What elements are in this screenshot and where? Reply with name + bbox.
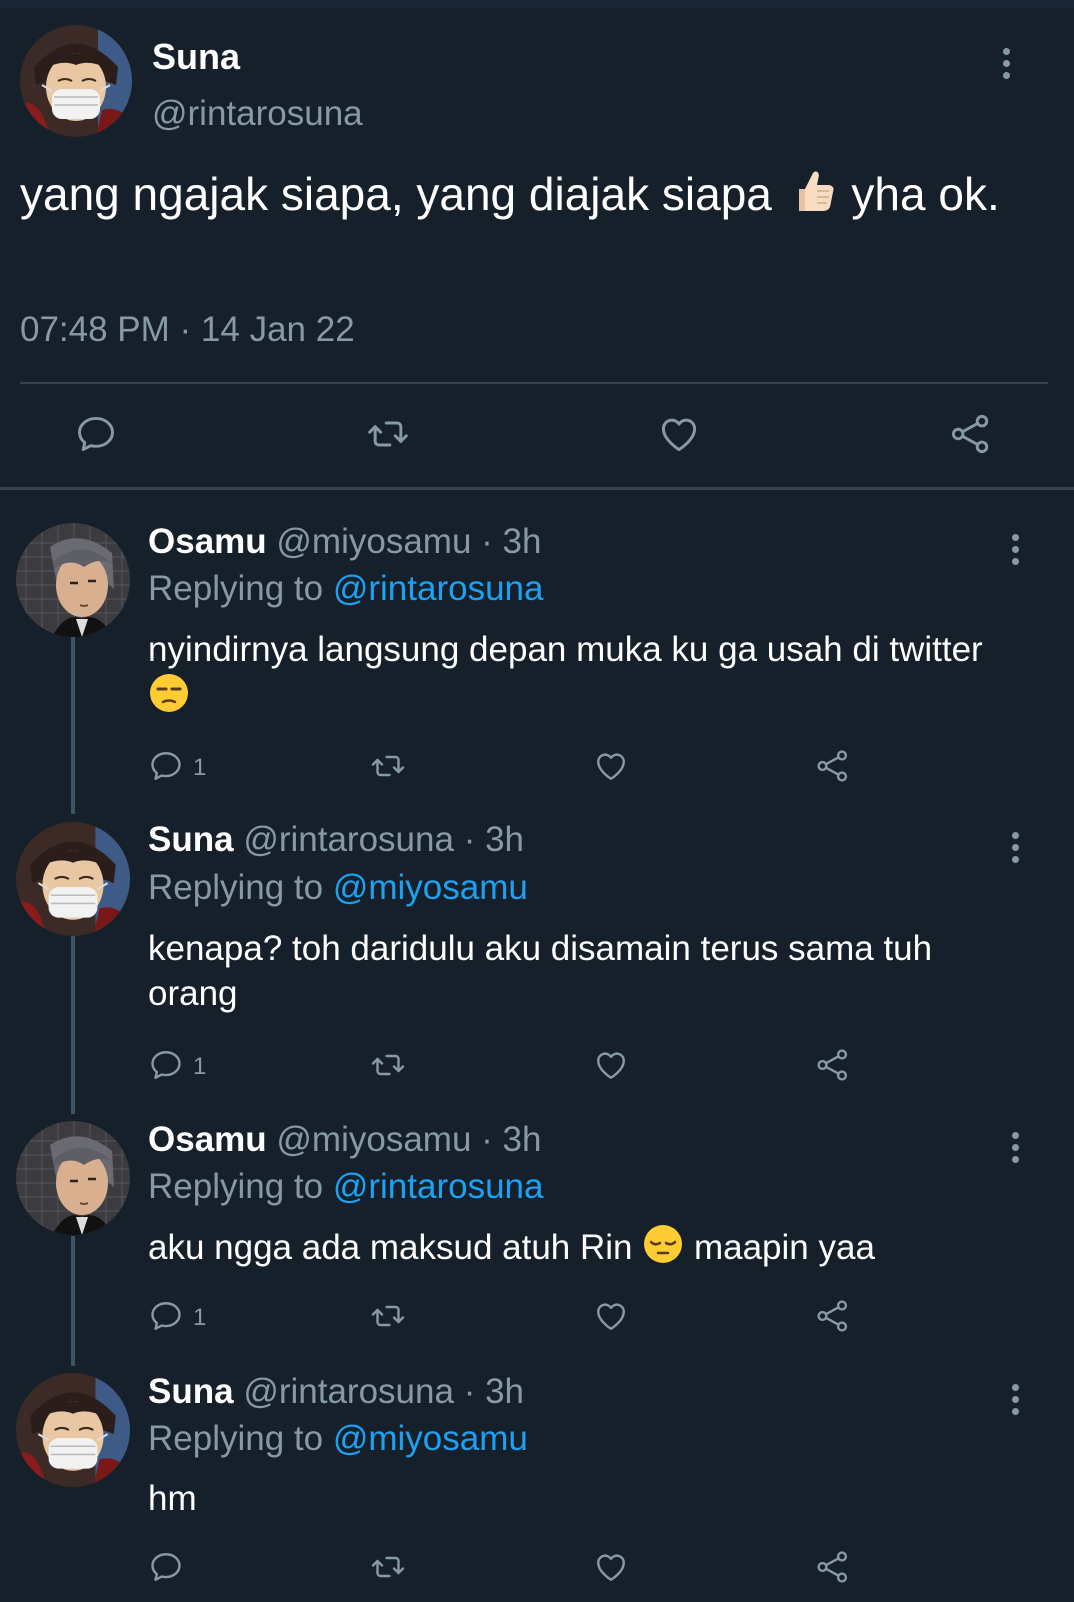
thread-line xyxy=(71,936,75,1114)
share-icon[interactable] xyxy=(815,1047,851,1083)
author-name[interactable]: Suna xyxy=(148,820,234,859)
avatar[interactable] xyxy=(16,1121,130,1235)
more-options-icon[interactable] xyxy=(1009,832,1021,866)
avatar[interactable] xyxy=(16,1373,130,1487)
avatar[interactable] xyxy=(16,822,130,936)
replying-to-label: Replying to xyxy=(148,868,324,907)
reply-text: aku ngga ada maksud atuh Rin maapin yaa xyxy=(148,1223,1028,1276)
author-handle[interactable]: @rintarosuna xyxy=(243,1372,454,1411)
retweet-icon[interactable] xyxy=(370,1047,406,1083)
mention-link[interactable]: @miyosamu xyxy=(333,868,528,907)
tweet-text: yang ngajak siapa, yang diajak siapa yha… xyxy=(20,165,1050,231)
heart-icon[interactable] xyxy=(593,1298,629,1334)
share-icon[interactable] xyxy=(815,1549,851,1585)
retweet-icon[interactable] xyxy=(366,412,410,456)
timestamp[interactable]: 07:48 PM · 14 Jan 22 xyxy=(20,310,355,350)
share-icon[interactable] xyxy=(815,1298,851,1334)
reply-time: · 3h xyxy=(481,1120,542,1159)
thumbs-up-emoji-icon xyxy=(785,165,839,231)
more-options-icon[interactable] xyxy=(1009,1384,1021,1418)
author-handle[interactable]: @rintarosuna xyxy=(243,820,454,859)
retweet-icon[interactable] xyxy=(370,748,406,784)
mention-link[interactable]: @rintarosuna xyxy=(333,569,544,608)
replying-to-label: Replying to xyxy=(148,569,324,608)
replying-to: Replying to @rintarosuna xyxy=(148,1167,543,1207)
reply-text-part: maapin yaa xyxy=(693,1227,875,1267)
reply-text-part: nyindirnya langsung depan muka ku ga usa… xyxy=(148,630,983,669)
reply-header[interactable]: Osamu @miyosamu · 3h xyxy=(148,1120,541,1160)
avatar[interactable] xyxy=(20,25,132,137)
author-name[interactable]: Suna xyxy=(148,1372,234,1411)
divider xyxy=(20,382,1048,384)
heart-icon[interactable] xyxy=(593,748,629,784)
replying-to-label: Replying to xyxy=(148,1419,324,1458)
retweet-icon[interactable] xyxy=(370,1549,406,1585)
more-options-icon[interactable] xyxy=(1009,534,1021,568)
replying-to: Replying to @miyosamu xyxy=(148,1419,528,1459)
reply-count: 1 xyxy=(193,754,207,781)
share-icon[interactable] xyxy=(815,748,851,784)
reply-header[interactable]: Suna @rintarosuna · 3h xyxy=(148,1372,524,1412)
reply-icon[interactable] xyxy=(148,1549,184,1585)
reply-text-part: aku ngga ada maksud atuh Rin xyxy=(148,1227,633,1267)
pensive-face-emoji-icon xyxy=(642,1223,684,1276)
section-divider xyxy=(0,487,1074,490)
reply-time: · 3h xyxy=(481,522,542,561)
author-handle[interactable]: @miyosamu xyxy=(276,1120,471,1159)
reply-icon[interactable] xyxy=(148,1047,184,1083)
heart-icon[interactable] xyxy=(657,412,701,456)
tweet-text-part: yha ok. xyxy=(851,168,1000,221)
more-options-icon[interactable] xyxy=(1000,48,1012,82)
reply-count: 1 xyxy=(193,1053,207,1080)
mention-link[interactable]: @miyosamu xyxy=(333,1419,528,1458)
author-handle[interactable]: @miyosamu xyxy=(276,522,471,561)
reply-icon[interactable] xyxy=(148,1298,184,1334)
reply-time: · 3h xyxy=(463,820,524,859)
replying-to: Replying to @rintarosuna xyxy=(148,569,543,609)
retweet-icon[interactable] xyxy=(370,1298,406,1334)
reply-text: nyindirnya langsung depan muka ku ga usa… xyxy=(148,627,1028,725)
reply-text: kenapa? toh daridulu aku disamain terus … xyxy=(148,929,933,1013)
author-handle[interactable]: @rintarosuna xyxy=(152,94,363,134)
reply-text: hm xyxy=(148,1479,197,1518)
avatar[interactable] xyxy=(16,523,130,637)
top-divider xyxy=(0,0,1074,8)
reply-time: · 3h xyxy=(463,1372,524,1411)
author-name[interactable]: Suna xyxy=(152,36,240,78)
thread-line xyxy=(71,1236,75,1366)
author-name[interactable]: Osamu xyxy=(148,522,267,561)
tweet-text-part: yang ngajak siapa, yang diajak siapa xyxy=(20,168,772,221)
replying-to: Replying to @miyosamu xyxy=(148,868,528,908)
reply-icon[interactable] xyxy=(74,412,118,456)
unamused-face-emoji-icon xyxy=(148,672,190,725)
share-icon[interactable] xyxy=(949,412,993,456)
reply-count: 1 xyxy=(193,1304,207,1331)
author-name[interactable]: Osamu xyxy=(148,1120,267,1159)
heart-icon[interactable] xyxy=(593,1549,629,1585)
reply-header[interactable]: Suna @rintarosuna · 3h xyxy=(148,820,524,860)
reply-icon[interactable] xyxy=(148,748,184,784)
more-options-icon[interactable] xyxy=(1009,1132,1021,1166)
thread-line xyxy=(71,636,75,814)
reply-header[interactable]: Osamu @miyosamu · 3h xyxy=(148,522,541,562)
replying-to-label: Replying to xyxy=(148,1167,324,1206)
mention-link[interactable]: @rintarosuna xyxy=(333,1167,544,1206)
heart-icon[interactable] xyxy=(593,1047,629,1083)
